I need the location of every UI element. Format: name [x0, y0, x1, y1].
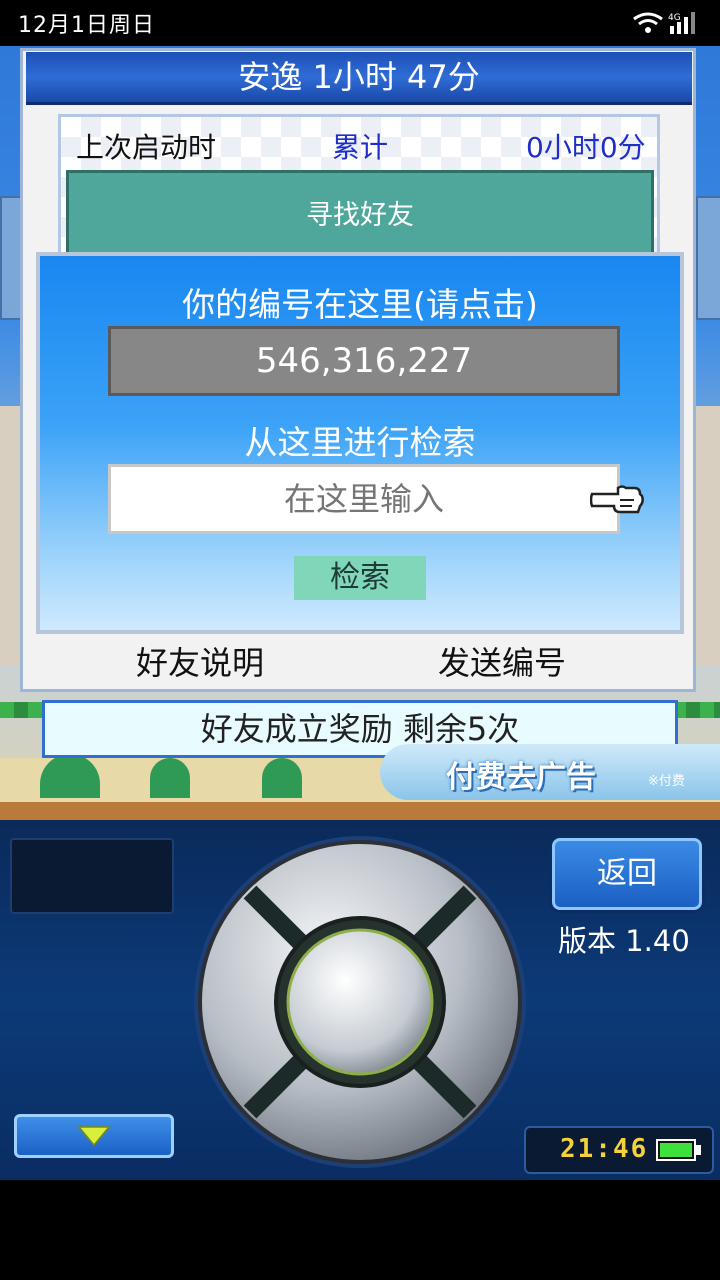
clock-time: 21:46	[560, 1134, 649, 1164]
status-bar: 12月1日周日 4G	[0, 0, 720, 46]
find-friend-button[interactable]: 寻找好友	[66, 170, 654, 262]
down-arrow-icon	[77, 1126, 111, 1147]
scroll-down-button[interactable]	[14, 1114, 174, 1158]
status-date: 12月1日周日	[18, 13, 155, 38]
pointing-hand-icon	[590, 485, 644, 514]
total-label: 累计	[332, 131, 389, 164]
search-hint-label: 从这里进行检索	[244, 423, 476, 462]
version-label: 版本 1.40	[558, 924, 690, 958]
signal-wifi-icon: 4G	[633, 12, 695, 34]
remove-ads-text[interactable]: 付费去广告	[446, 752, 596, 796]
friend-id-search-input[interactable]	[108, 464, 620, 534]
id-hint-label: 你的编号在这里(请点击)	[182, 285, 538, 324]
last-launch-label: 上次启动时	[76, 131, 217, 164]
total-value: 0小时0分	[526, 131, 646, 164]
network-type: 4G	[668, 13, 681, 23]
menu-slot	[10, 838, 174, 914]
battery-icon	[656, 1139, 701, 1161]
dialog-title: 安逸 1小时 47分	[26, 52, 692, 105]
dpad-control[interactable]	[190, 832, 530, 1172]
my-id-box[interactable]: 546,316,227	[108, 326, 620, 396]
remove-ads-note: ※付费	[648, 774, 685, 789]
search-button[interactable]: 检索	[294, 556, 426, 600]
send-id-button[interactable]: 发送编号	[438, 638, 566, 684]
friend-help-button[interactable]: 好友说明	[136, 638, 264, 684]
back-button[interactable]: 返回	[552, 838, 702, 910]
